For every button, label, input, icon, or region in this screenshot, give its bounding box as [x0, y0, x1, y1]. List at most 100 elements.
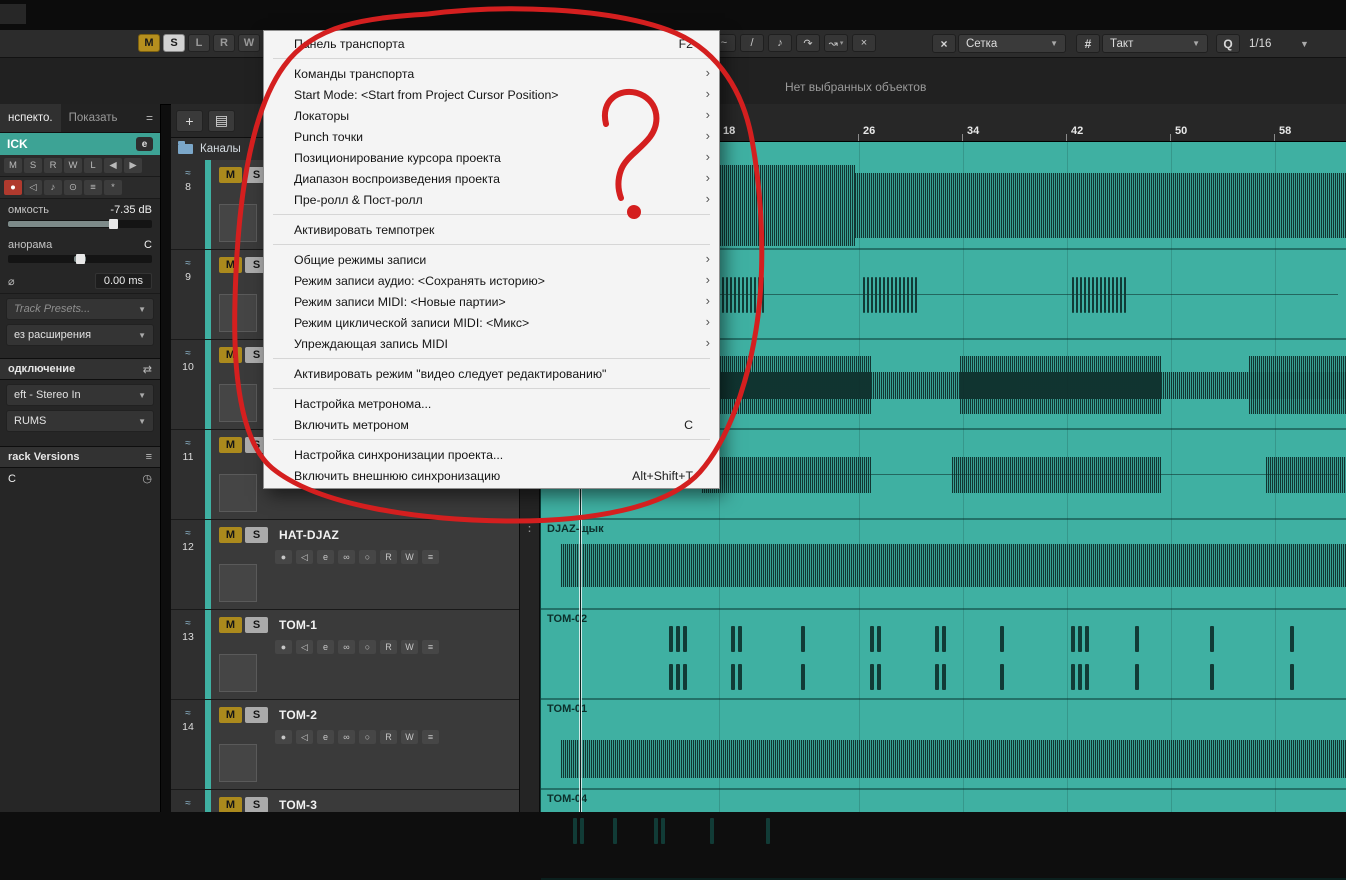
grid-resolution-select[interactable]: Такт ▼: [1102, 34, 1208, 53]
track-row[interactable]: ≈13MSTOM-1●◁e∞○RW≡: [171, 610, 519, 700]
inspector-button[interactable]: ≡: [84, 180, 102, 195]
inspector-button[interactable]: *: [104, 180, 122, 195]
menu-item[interactable]: Локаторы›: [264, 105, 719, 126]
track-row[interactable]: ≈15MSTOM-3●◁e∞○RW≡: [171, 790, 519, 812]
track-preset-button[interactable]: ▤: [208, 110, 235, 132]
arrange-lane[interactable]: DJAZ-щык: [541, 520, 1346, 610]
menu-item[interactable]: Punch точки›: [264, 126, 719, 147]
menu-item[interactable]: Start Mode: <Start from Project Cursor P…: [264, 84, 719, 105]
mute-button[interactable]: M: [219, 797, 242, 812]
arrange-lane[interactable]: TOM-04: [541, 790, 1346, 880]
mute-button[interactable]: M: [219, 347, 242, 363]
mute-button[interactable]: M: [219, 707, 242, 723]
volume-slider[interactable]: [8, 220, 152, 228]
write-automation-button[interactable]: W: [401, 730, 418, 744]
monitor-button[interactable]: ◁: [296, 730, 313, 744]
inspector-button[interactable]: R: [44, 158, 62, 173]
read-automation-button[interactable]: R: [380, 730, 397, 744]
inspector-button[interactable]: ♪: [44, 180, 62, 195]
mute-button[interactable]: M: [219, 527, 242, 543]
inspector-button[interactable]: M: [4, 158, 22, 173]
write-automation-button[interactable]: W: [401, 550, 418, 564]
crossfade-icon[interactable]: ×: [852, 34, 876, 52]
edit-channel-button[interactable]: e: [317, 550, 334, 564]
inspector-button[interactable]: ▶: [124, 158, 142, 173]
freeze-button[interactable]: ○: [359, 730, 376, 744]
monitor-button[interactable]: ◁: [296, 550, 313, 564]
quantize-icon[interactable]: Q: [1216, 34, 1240, 53]
edit-channel-button[interactable]: e: [136, 137, 153, 151]
menu-item[interactable]: Включить метрономC: [264, 414, 719, 435]
menu-item[interactable]: Общие режимы записи›: [264, 249, 719, 270]
mute-button[interactable]: M: [219, 617, 242, 633]
inspector-track-header[interactable]: ICK e: [0, 133, 160, 155]
mute-button[interactable]: M: [219, 257, 242, 273]
track-row[interactable]: ≈14MSTOM-2●◁e∞○RW≡: [171, 700, 519, 790]
mute-button[interactable]: M: [219, 167, 242, 183]
menu-item[interactable]: Позиционирование курсора проекта›: [264, 147, 719, 168]
track-row[interactable]: ≈12MSHAT-DJAZ●◁e∞○RW≡: [171, 520, 519, 610]
solo-button[interactable]: S: [245, 707, 268, 723]
menu-item[interactable]: Включить внешнюю синхронизациюAlt+Shift+…: [264, 465, 719, 486]
track-version-row[interactable]: C ◷: [0, 468, 160, 489]
automation-panel-icon[interactable]: ↝▾: [824, 34, 848, 52]
menu-item[interactable]: Режим записи MIDI: <Новые партии>›: [264, 291, 719, 312]
menu-item[interactable]: Диапазон воспроизведения проекта›: [264, 168, 719, 189]
add-track-button[interactable]: +: [176, 110, 203, 132]
grid-type-select[interactable]: Сетка ▼: [958, 34, 1066, 53]
automation-m-button[interactable]: M: [138, 34, 160, 52]
routing-section-header[interactable]: одключение ⇄: [0, 358, 160, 380]
track-versions-header[interactable]: rack Versions ≡: [0, 446, 160, 468]
pan-slider[interactable]: [8, 255, 152, 263]
menu-item[interactable]: Настройка метронома...: [264, 393, 719, 414]
extension-select[interactable]: ез расширения ▼: [6, 324, 154, 346]
menu-item[interactable]: Режим циклической записи MIDI: <Микс>›: [264, 312, 719, 333]
monitor-button[interactable]: ◁: [296, 640, 313, 654]
edit-channel-button[interactable]: e: [317, 640, 334, 654]
output-routing-select[interactable]: RUMS ▼: [6, 410, 154, 432]
lanes-button[interactable]: ≡: [422, 730, 439, 744]
freeze-button[interactable]: ○: [359, 640, 376, 654]
track-delay-value[interactable]: 0.00 ms: [95, 273, 152, 289]
record-arm-button[interactable]: ●: [4, 180, 22, 195]
inspector-button[interactable]: L: [84, 158, 102, 173]
arrange-lane[interactable]: TOM-02: [541, 610, 1346, 700]
solo-button[interactable]: S: [245, 797, 268, 812]
automation-l-button[interactable]: L: [188, 34, 210, 52]
lanes-button[interactable]: ≡: [422, 640, 439, 654]
draw-tool-icon[interactable]: /: [740, 34, 764, 52]
link-button[interactable]: ∞: [338, 550, 355, 564]
tab-show[interactable]: Показать: [61, 104, 126, 132]
mute-button[interactable]: M: [219, 437, 242, 453]
write-automation-button[interactable]: W: [401, 640, 418, 654]
inspector-button[interactable]: W: [64, 158, 82, 173]
menu-item[interactable]: Панель транспортаF2: [264, 33, 719, 54]
solo-button[interactable]: S: [245, 527, 268, 543]
menu-item[interactable]: Режим записи аудио: <Сохранять историю>›: [264, 270, 719, 291]
freeze-button[interactable]: ○: [359, 550, 376, 564]
quantize-value[interactable]: 1/16: [1242, 34, 1300, 53]
solo-button[interactable]: S: [245, 617, 268, 633]
edit-channel-button[interactable]: e: [317, 730, 334, 744]
snap-type-icon[interactable]: ×: [932, 34, 956, 53]
bar-grid-icon[interactable]: #: [1076, 34, 1100, 53]
input-routing-select[interactable]: eft - Stereo In ▼: [6, 384, 154, 406]
menu-item[interactable]: Команды транспорта›: [264, 63, 719, 84]
inspector-button[interactable]: ◁: [24, 180, 42, 195]
automation-s-button[interactable]: S: [163, 34, 185, 52]
chevron-down-icon[interactable]: ▼: [1300, 39, 1309, 49]
version-history-icon[interactable]: ◷: [142, 472, 152, 485]
record-arm-button[interactable]: ●: [275, 550, 292, 564]
audition-tool-icon[interactable]: ♪: [768, 34, 792, 52]
track-presets-select[interactable]: Track Presets... ▼: [6, 298, 154, 320]
menu-item[interactable]: Пре-ролл & Пост-ролл›: [264, 189, 719, 210]
lanes-button[interactable]: ≡: [422, 550, 439, 564]
link-button[interactable]: ∞: [338, 730, 355, 744]
menu-item[interactable]: Настройка синхронизации проекта...: [264, 444, 719, 465]
inspector-menu-icon[interactable]: =: [139, 111, 160, 125]
record-arm-button[interactable]: ●: [275, 640, 292, 654]
menu-item[interactable]: Активировать темпотрек: [264, 219, 719, 240]
menu-item[interactable]: Активировать режим "видео следует редакт…: [264, 363, 719, 384]
inspector-button[interactable]: S: [24, 158, 42, 173]
record-arm-button[interactable]: ●: [275, 730, 292, 744]
